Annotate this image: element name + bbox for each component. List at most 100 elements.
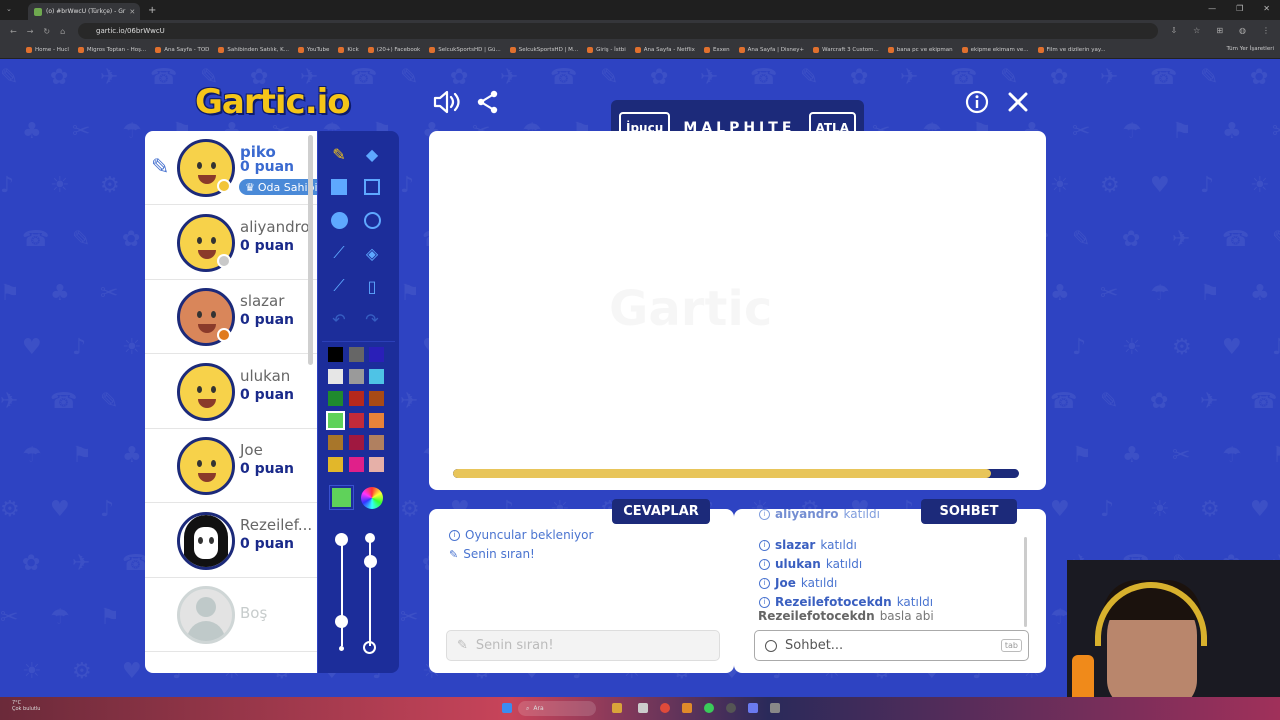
profile-icon[interactable]: ◍ [1239, 26, 1246, 35]
bookmark-item[interactable]: Kick [338, 47, 359, 53]
filled-circle-tool-icon[interactable] [328, 209, 350, 231]
palette-color-swatch[interactable] [369, 347, 384, 362]
drawing-canvas[interactable]: Gartic [429, 131, 1046, 490]
rectangle-tool-icon[interactable] [361, 176, 383, 198]
bookmark-item[interactable]: Ana Sayfa - TOD [155, 47, 209, 53]
filled-rectangle-tool-icon[interactable] [328, 176, 350, 198]
bookmark-item[interactable]: Ana Sayfa | Disney+ [738, 47, 804, 53]
undo-icon[interactable]: ↶ [328, 308, 350, 330]
pencil-tool-icon[interactable]: ✎ [328, 143, 350, 165]
players-scrollbar[interactable] [308, 135, 313, 365]
bookmark-item[interactable]: Exxen [703, 47, 730, 53]
bookmark-item[interactable]: Sahibinden Satılık, K... [218, 47, 289, 53]
forward-icon[interactable]: → [27, 27, 34, 36]
circle-tool-icon[interactable] [361, 209, 383, 231]
palette-color-swatch[interactable] [328, 435, 343, 450]
close-tab-icon[interactable]: ✕ [129, 8, 135, 16]
close-room-icon[interactable] [1007, 91, 1029, 113]
palette-color-swatch[interactable] [328, 347, 343, 362]
clear-canvas-icon[interactable]: ▯ [361, 275, 383, 297]
bookmark-item[interactable]: ekipme ekimam ve... [961, 47, 1029, 53]
extensions-icon[interactable]: ⊞ [1216, 26, 1223, 35]
bookmark-item[interactable]: Film ve dizilerin yay... [1037, 47, 1106, 53]
minimize-icon[interactable]: — [1208, 4, 1216, 13]
line-tool-icon[interactable]: ⟋ [328, 242, 350, 264]
palette-color-swatch[interactable] [348, 435, 364, 450]
tab-menu-icon[interactable]: ⌄ [6, 5, 12, 13]
palette-color-swatch[interactable] [348, 347, 364, 362]
palette-color-swatch[interactable] [328, 457, 343, 472]
info-icon[interactable] [965, 90, 989, 114]
url-field[interactable]: gartic.io/06brWwcU [78, 23, 1158, 39]
palette-color-swatch[interactable] [369, 413, 384, 428]
color-wheel-icon[interactable] [361, 487, 383, 509]
bookmark-item[interactable]: Warcraft 3 Custom... [813, 47, 879, 53]
weather-widget[interactable]: 7°C Çok bulutlu [12, 700, 40, 712]
chat-join-message: i ulukan katıldı [759, 557, 862, 571]
opacity-slider-handle[interactable] [364, 555, 377, 568]
bookmark-item[interactable]: Giriş - İstbi [587, 47, 626, 53]
palette-color-swatch[interactable] [348, 391, 364, 406]
bookmark-item[interactable]: SelcukSportsHD | M... [509, 47, 578, 53]
bookmark-item[interactable]: Home - Hucl [26, 47, 69, 53]
bookmark-item[interactable]: bana pc ve ekipman [887, 47, 953, 53]
player-row[interactable]: aliyandro 0 puan [145, 206, 317, 280]
taskbar-app-1-icon[interactable] [612, 703, 622, 713]
taskbar-app-4-icon[interactable] [770, 703, 780, 713]
thickness-slider-top-handle[interactable] [335, 533, 348, 546]
player-row[interactable]: ✎ piko 0 puan ♛ Oda Sahibi [145, 131, 317, 205]
home-icon[interactable]: ⌂ [60, 27, 65, 36]
spotify-icon[interactable] [704, 703, 714, 713]
background-doodle-icon: ✎ [1072, 227, 1091, 252]
bookmark-item[interactable]: (20+) Facebook [367, 47, 420, 53]
browser-tab[interactable]: (o) #brWwcU (Türkçe) - Gr ✕ [28, 3, 140, 20]
palette-color-swatch[interactable] [369, 391, 384, 406]
player-row[interactable]: ulukan 0 puan [145, 355, 317, 429]
menu-icon[interactable]: ⋮ [1262, 26, 1270, 35]
eyedropper-tool-icon[interactable]: ⟋ [328, 275, 350, 297]
redo-icon[interactable]: ↷ [361, 308, 383, 330]
bookmark-star-icon[interactable]: ☆ [1193, 26, 1200, 35]
chrome-icon[interactable] [660, 703, 670, 713]
maximize-icon[interactable]: ❐ [1236, 4, 1243, 13]
palette-color-swatch[interactable] [328, 369, 343, 384]
reload-icon[interactable]: ↻ [43, 27, 50, 36]
background-doodle-icon: ☀ [1150, 497, 1170, 522]
bookmark-item[interactable]: Ana Sayfa - Netflix [634, 47, 695, 53]
palette-color-swatch[interactable] [348, 413, 364, 428]
new-tab-icon[interactable]: + [148, 5, 156, 16]
obs-icon[interactable] [726, 703, 736, 713]
palette-color-swatch[interactable] [348, 369, 364, 384]
bookmark-item[interactable]: Migros Toptan - Hoş... [77, 47, 146, 53]
player-row[interactable]: Boş [145, 578, 317, 652]
gartic-logo[interactable]: Gartic.io [195, 82, 351, 122]
palette-color-swatch[interactable] [348, 457, 364, 472]
back-icon[interactable]: ← [10, 27, 17, 36]
player-row[interactable]: Rezeilef... 0 puan [145, 504, 317, 578]
fill-bucket-tool-icon[interactable]: ◈ [361, 242, 383, 264]
sound-icon[interactable] [433, 90, 461, 114]
answers-input[interactable]: ✎ Senin sıran! [446, 630, 720, 661]
palette-color-swatch[interactable] [369, 457, 384, 472]
player-row[interactable]: Joe 0 puan [145, 429, 317, 503]
palette-color-swatch[interactable] [326, 411, 345, 430]
palette-color-swatch[interactable] [328, 391, 343, 406]
taskbar-search[interactable]: ⌕ Ara [518, 701, 596, 716]
bookmark-item[interactable]: SelcukSportsHD | Gü... [429, 47, 501, 53]
chat-scrollbar[interactable] [1024, 537, 1027, 627]
all-bookmarks[interactable]: Tüm Yer İşaretleri [1227, 46, 1274, 52]
taskbar-app-3-icon[interactable] [682, 703, 692, 713]
player-row[interactable]: slazar 0 puan [145, 280, 317, 354]
chat-input[interactable]: Sohbet... tab [754, 630, 1029, 661]
close-window-icon[interactable]: ✕ [1263, 4, 1270, 13]
discord-icon[interactable] [748, 703, 758, 713]
eraser-tool-icon[interactable]: ◆ [361, 143, 383, 165]
share-icon[interactable] [476, 90, 500, 114]
taskbar-app-2-icon[interactable] [638, 703, 648, 713]
windows-start-icon[interactable] [502, 703, 512, 713]
bookmark-item[interactable]: YouTube [298, 47, 329, 53]
thickness-slider-handle[interactable] [335, 615, 348, 628]
palette-color-swatch[interactable] [369, 435, 384, 450]
install-icon[interactable]: ⇩ [1170, 26, 1177, 35]
palette-color-swatch[interactable] [369, 369, 384, 384]
